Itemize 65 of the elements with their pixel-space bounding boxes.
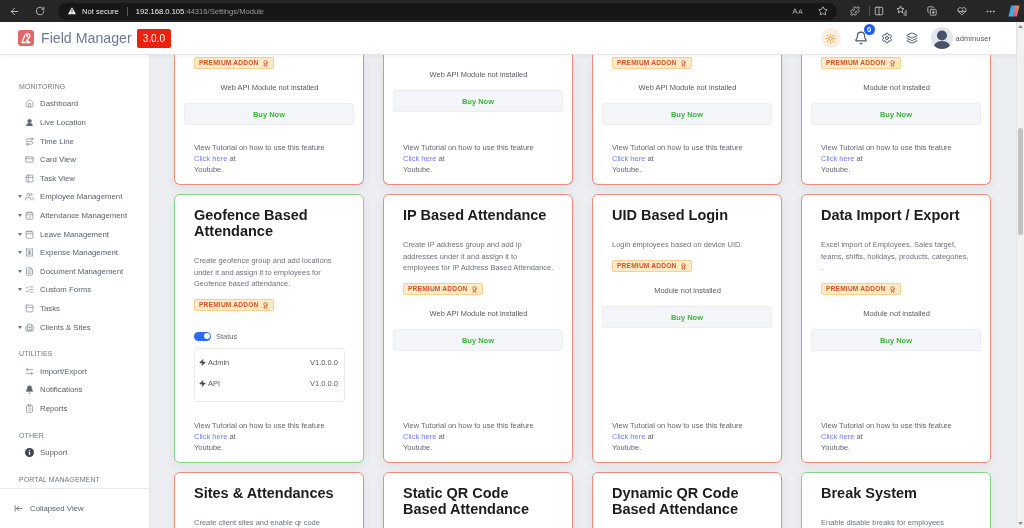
module-title: Dynamic QR Code Based Attendance: [612, 485, 740, 517]
notification-bell-icon[interactable]: [853, 31, 868, 45]
scroll-down-icon[interactable]: [1018, 522, 1023, 525]
caret-icon: [18, 214, 22, 218]
building-icon: [25, 322, 34, 332]
app-name: Field Manager: [41, 30, 132, 46]
caret-icon: [18, 288, 22, 292]
award-icon: [470, 285, 478, 293]
caret-icon: [18, 232, 22, 236]
award-icon: [679, 59, 687, 67]
module-title: Data Import / Export: [821, 207, 961, 223]
award-icon: [888, 59, 896, 67]
arrow-to-line-icon: [14, 504, 23, 513]
module-title: Geofence Based Attendance: [194, 207, 309, 239]
back-icon[interactable]: [8, 5, 20, 17]
document-icon: [25, 266, 34, 276]
award-icon: [888, 285, 896, 293]
caret-icon: [18, 251, 22, 255]
heart-pulse-icon[interactable]: [957, 6, 967, 16]
table-icon: [25, 173, 34, 183]
swap-arrows-icon: [25, 366, 34, 376]
module-title: Static QR Code Based Attendance: [403, 485, 530, 517]
users-icon: [25, 192, 34, 202]
award-icon: [261, 301, 269, 309]
caret-icon: [18, 325, 22, 329]
bolt-icon: [199, 380, 206, 387]
card-icon: [25, 155, 34, 165]
version-label: 3.0.0: [136, 28, 171, 48]
bell-icon: [25, 385, 34, 395]
scrollbar-thumb[interactable]: [1018, 128, 1023, 235]
avatar-icon[interactable]: [930, 27, 953, 49]
split-screen-icon[interactable]: [874, 6, 884, 16]
bolt-icon: [199, 359, 206, 366]
puzzle-icon[interactable]: [850, 6, 860, 16]
house-icon: [25, 99, 34, 109]
module-title: Sites & Attendances: [194, 485, 335, 501]
text-size-icon[interactable]: [791, 5, 803, 17]
star-list-icon[interactable]: [896, 5, 908, 17]
panel-icon: [25, 304, 34, 313]
checklist-icon: [25, 285, 34, 295]
status-toggle[interactable]: [194, 331, 211, 341]
calendar-icon: [25, 229, 34, 239]
info-icon: [25, 448, 34, 458]
module-title: Break System: [821, 485, 918, 501]
receipt-icon: [25, 248, 34, 258]
module-title: IP Based Attendance: [403, 207, 548, 223]
caret-icon: [18, 269, 22, 273]
award-icon: [261, 59, 269, 67]
scrollbar[interactable]: [1016, 22, 1024, 528]
caret-icon: [18, 195, 22, 199]
scroll-up-icon[interactable]: [1018, 25, 1023, 28]
logo-icon: [18, 30, 34, 46]
person-icon: [25, 118, 34, 128]
clipboard-icon: [25, 404, 34, 414]
route-icon: [25, 136, 34, 146]
star-icon[interactable]: [818, 6, 828, 16]
settings-icon[interactable]: [880, 32, 893, 44]
swirl-logo-icon[interactable]: [1008, 5, 1020, 17]
warning-icon: [67, 6, 77, 16]
copy-plus-icon[interactable]: [927, 6, 937, 16]
award-icon: [679, 262, 687, 270]
refresh-icon[interactable]: [35, 6, 45, 16]
module-title: UID Based Login: [612, 207, 729, 223]
calendar-check-icon: [25, 211, 34, 221]
layers-icon[interactable]: [905, 32, 918, 44]
